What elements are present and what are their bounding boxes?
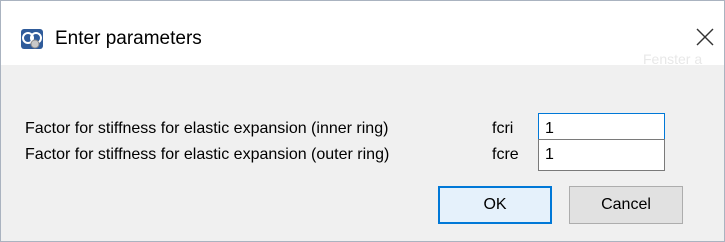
param-name-fcre: fcre xyxy=(492,146,519,163)
title-bar: Enter parameters Fenster a xyxy=(1,1,724,67)
param-label-inner-ring: Factor for stiffness for elastic expansi… xyxy=(25,120,389,137)
enter-parameters-dialog: Enter parameters Fenster a Factor for st… xyxy=(0,0,725,242)
cancel-button[interactable]: Cancel xyxy=(569,186,683,224)
fcre-input[interactable] xyxy=(538,139,665,171)
ok-button[interactable]: OK xyxy=(438,186,552,224)
app-logo-icon xyxy=(20,27,44,51)
param-label-outer-ring: Factor for stiffness for elastic expansi… xyxy=(25,146,390,163)
window-title: Enter parameters xyxy=(55,28,202,49)
param-name-fcri: fcri xyxy=(492,120,514,137)
background-window-text: Fenster a xyxy=(643,51,703,67)
